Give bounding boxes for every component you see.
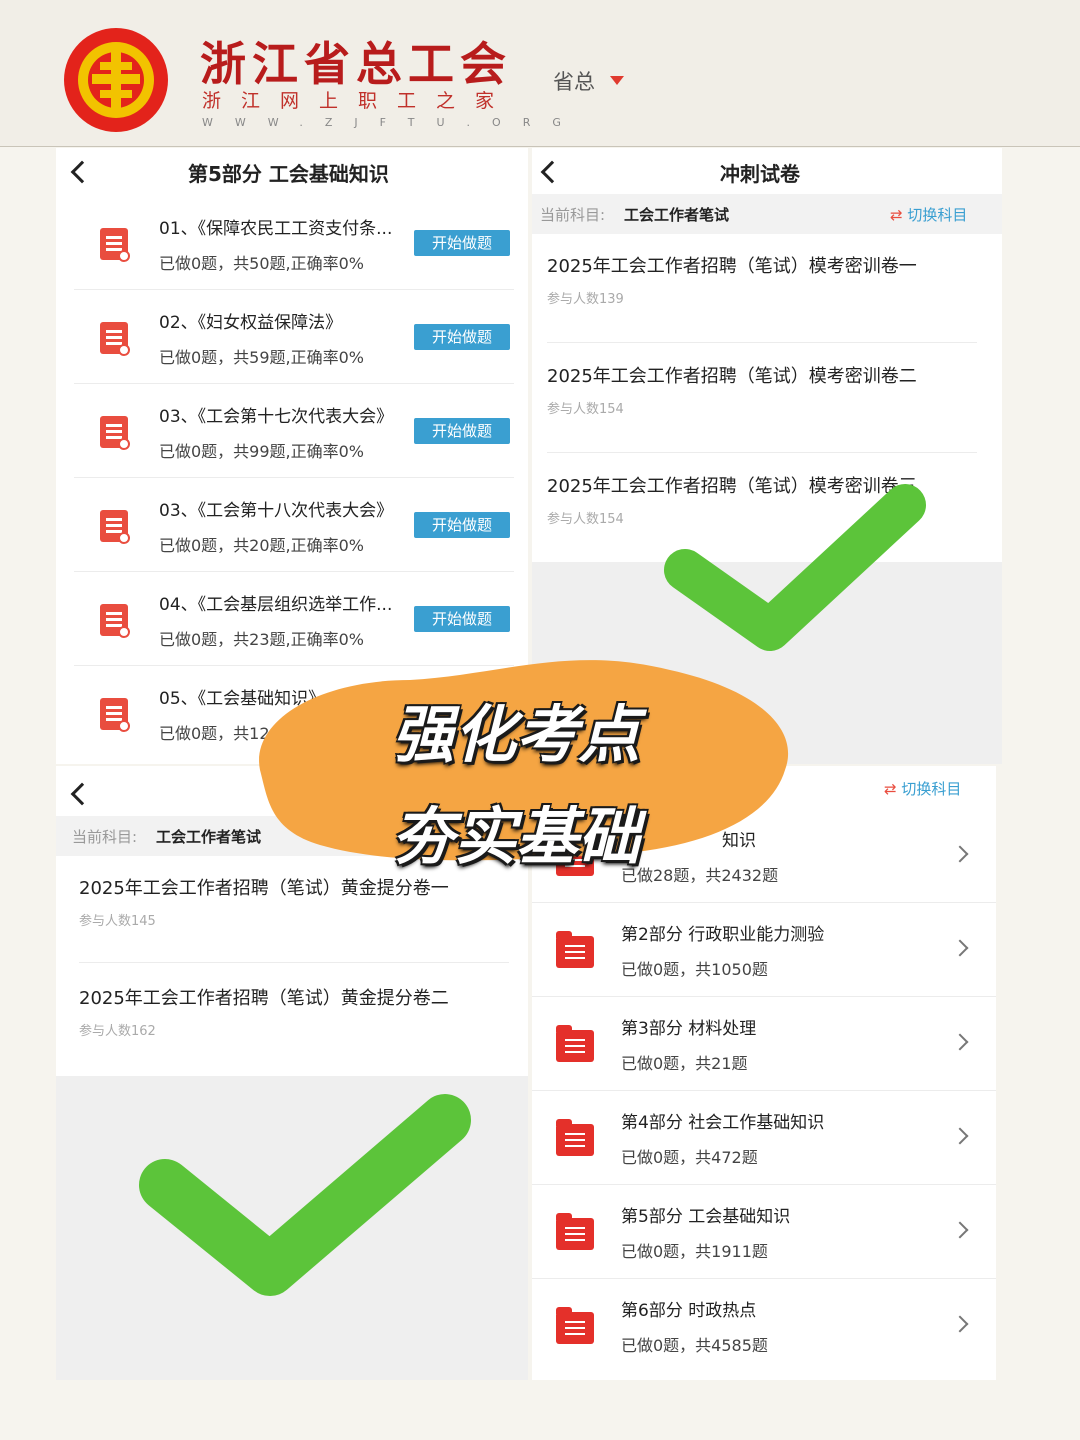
switch-subject-label: 切换科目: [907, 206, 968, 224]
slogan-line-2: 夯实基础: [392, 800, 641, 873]
paper-participants: 参与人数145: [79, 914, 156, 929]
green-checkmark-icon: [139, 1094, 471, 1296]
header-banner: 浙江省总工会 浙江网上职工之家 WWW.ZJFTU.ORG 省总: [0, 0, 1080, 147]
slogan-line-1: 强化考点: [392, 698, 641, 771]
item-title[interactable]: 03、《工会第十八次代表大会》: [159, 496, 393, 521]
page-title: 冲刺试卷: [720, 162, 800, 186]
item-progress: 已做0题，共59题,正确率0%: [159, 348, 365, 367]
document-icon: [100, 416, 130, 450]
divider: [74, 383, 514, 384]
part-progress: 已做0题，共4585题: [621, 1336, 768, 1355]
divider: [74, 571, 514, 572]
page-title: 第5部分 工会基础知识: [188, 162, 389, 186]
brand-subtitle: 浙江网上职工之家: [202, 90, 515, 112]
paper-participants: 参与人数154: [547, 512, 624, 527]
subject-label: 当前科目:: [540, 206, 606, 224]
folder-icon: [556, 1119, 594, 1156]
swap-icon: ⇄: [884, 780, 902, 798]
paper-participants: 参与人数162: [79, 1024, 156, 1039]
item-title[interactable]: 01、《保障农民工工资支付条...: [159, 214, 392, 239]
back-arrow-icon[interactable]: [70, 160, 94, 184]
chevron-right-icon[interactable]: [951, 1033, 969, 1051]
subject-label: 当前科目:: [72, 828, 138, 846]
chevron-right-icon[interactable]: [951, 1127, 969, 1145]
part-progress: 已做0题，共1911题: [621, 1242, 768, 1261]
paper-title[interactable]: 2025年工会工作者招聘（笔试）黄金提分卷二: [79, 984, 449, 1010]
start-practice-button[interactable]: 开始做题: [414, 606, 510, 632]
item-title[interactable]: 04、《工会基层组织选举工作...: [159, 590, 392, 615]
item-progress: 已做0题，共20题,正确率0%: [159, 536, 365, 555]
switch-subject-link[interactable]: ⇄ 切换科目: [884, 778, 961, 799]
part-title[interactable]: 第4部分 社会工作基础知识: [621, 1108, 824, 1133]
start-practice-button[interactable]: 开始做题: [414, 512, 510, 538]
paper-title[interactable]: 2025年工会工作者招聘（笔试）模考密训卷一: [547, 252, 917, 278]
document-icon: [100, 604, 130, 638]
part-progress: 已做0题，共1050题: [621, 960, 768, 979]
chevron-right-icon[interactable]: [951, 1221, 969, 1239]
part-title[interactable]: 第6部分 时政热点: [621, 1296, 756, 1321]
folder-icon: [556, 1307, 594, 1344]
item-title[interactable]: 02、《妇女权益保障法》: [159, 308, 342, 333]
part-title[interactable]: 第3部分 材料处理: [621, 1014, 756, 1039]
part-progress: 已做0题，共21题: [621, 1054, 748, 1073]
item-progress: 已做0题，共99题,正确率0%: [159, 442, 365, 461]
switch-subject-link[interactable]: ⇄ 切换科目: [890, 204, 967, 225]
document-icon: [100, 322, 130, 356]
switch-subject-label: 切换科目: [901, 780, 962, 798]
part-title[interactable]: 第5部分 工会基础知识: [621, 1202, 790, 1227]
swap-icon: ⇄: [890, 206, 908, 224]
item-progress: 已做0题，共50题,正确率0%: [159, 254, 365, 273]
start-practice-button[interactable]: 开始做题: [414, 418, 510, 444]
divider: [79, 962, 509, 963]
paper-title[interactable]: 2025年工会工作者招聘（笔试）黄金提分卷一: [79, 874, 449, 900]
part-progress: 已做0题，共472题: [621, 1148, 758, 1167]
chevron-right-icon[interactable]: [951, 1315, 969, 1333]
document-icon: [100, 698, 130, 732]
paper-participants: 参与人数139: [547, 292, 624, 307]
divider: [532, 902, 996, 903]
divider: [547, 342, 977, 343]
chevron-right-icon[interactable]: [951, 939, 969, 957]
dropdown-arrow-icon[interactable]: [610, 76, 624, 85]
start-practice-button[interactable]: 开始做题: [414, 324, 510, 350]
union-logo-icon: [62, 26, 170, 134]
back-arrow-icon[interactable]: [540, 160, 564, 184]
chevron-right-icon[interactable]: [951, 845, 969, 863]
divider: [532, 996, 996, 997]
document-icon: [100, 510, 130, 544]
paper-participants: 参与人数154: [547, 402, 624, 417]
brand-url: WWW.ZJFTU.ORG: [202, 116, 583, 129]
subject-value: 工会工作者笔试: [624, 206, 730, 224]
divider: [532, 1090, 996, 1091]
folder-icon: [556, 1213, 594, 1250]
divider: [532, 1184, 996, 1185]
back-arrow-icon[interactable]: [70, 782, 94, 806]
start-practice-button[interactable]: 开始做题: [414, 230, 510, 256]
brand-title: 浙江省总工会: [200, 37, 512, 91]
divider: [74, 289, 514, 290]
green-checkmark-icon: [664, 484, 926, 651]
part-title[interactable]: 第2部分 行政职业能力测验: [621, 920, 824, 945]
region-selector[interactable]: 省总: [553, 66, 595, 96]
item-progress: 已做0题，共23题,正确率0%: [159, 630, 365, 649]
paper-title[interactable]: 2025年工会工作者招聘（笔试）模考密训卷二: [547, 362, 917, 388]
divider: [74, 477, 514, 478]
item-title[interactable]: 03、《工会第十七次代表大会》: [159, 402, 393, 427]
divider: [547, 452, 977, 453]
folder-icon: [556, 931, 594, 968]
document-icon: [100, 228, 130, 262]
folder-icon: [556, 1025, 594, 1062]
divider: [532, 1278, 996, 1279]
